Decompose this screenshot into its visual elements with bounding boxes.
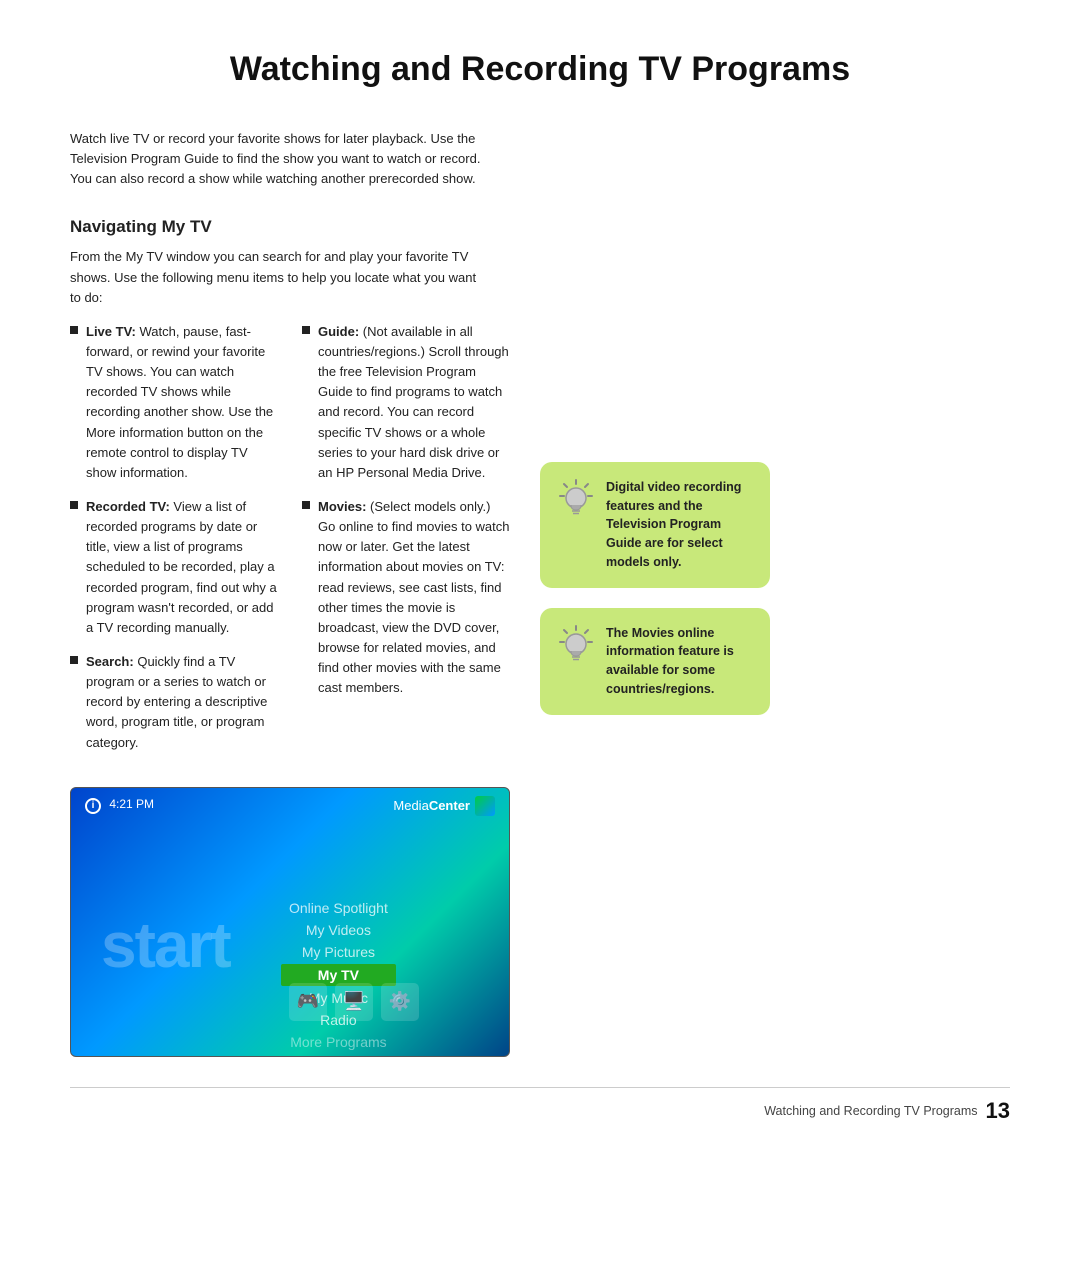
callout-box-1: Digital video recording features and the… xyxy=(540,462,770,588)
item-body: View a list of recorded programs by date… xyxy=(86,499,277,635)
page-title: Watching and Recording TV Programs xyxy=(70,50,1010,89)
list-item: Live TV: Watch, pause, fast-forward, or … xyxy=(70,322,278,483)
mc-remote-icon: 🎮 xyxy=(289,983,327,1021)
mc-menu-item-online-spotlight[interactable]: Online Spotlight xyxy=(281,898,396,918)
mc-topbar: i 4:21 PM MediaCenter xyxy=(71,788,509,824)
item-text: Live TV: Watch, pause, fast-forward, or … xyxy=(86,322,278,483)
intro-paragraph: Watch live TV or record your favorite sh… xyxy=(70,129,490,189)
mc-logo xyxy=(475,796,495,816)
mc-menu-item-my-pictures[interactable]: My Pictures xyxy=(281,942,396,962)
mc-media-text: Media xyxy=(393,798,428,813)
mc-start-text: start xyxy=(101,908,230,982)
footer-label: Watching and Recording TV Programs xyxy=(764,1104,977,1118)
bullet-list-left: Live TV: Watch, pause, fast-forward, or … xyxy=(70,322,278,753)
mc-icons-row: 🎮 🖥️ ⚙️ xyxy=(289,983,419,1021)
item-text: Movies: (Select models only.) Go online … xyxy=(318,497,510,698)
mc-time: 4:21 PM xyxy=(109,797,154,811)
bullets-area: Live TV: Watch, pause, fast-forward, or … xyxy=(70,322,510,767)
footer: Watching and Recording TV Programs 13 xyxy=(70,1087,1010,1124)
item-body: (Not available in all countries/regions.… xyxy=(318,324,509,480)
mc-screen-icon: 🖥️ xyxy=(335,983,373,1021)
list-item: Movies: (Select models only.) Go online … xyxy=(302,497,510,698)
list-item: Search: Quickly find a TV program or a s… xyxy=(70,652,278,753)
lightbulb-icon-1 xyxy=(558,478,594,522)
mc-time-area: i 4:21 PM xyxy=(85,797,154,814)
mc-menu-item-more-programs[interactable]: More Programs xyxy=(281,1032,396,1052)
right-bullets: Guide: (Not available in all countries/r… xyxy=(302,322,510,767)
item-body: (Select models only.) Go online to find … xyxy=(318,499,510,695)
bullet-icon xyxy=(302,501,310,509)
callout-text-1: Digital video recording features and the… xyxy=(606,478,752,572)
item-label: Guide: xyxy=(318,324,359,339)
lightbulb-icon-2 xyxy=(558,624,594,668)
item-text: Search: Quickly find a TV program or a s… xyxy=(86,652,278,753)
list-item: Guide: (Not available in all countries/r… xyxy=(302,322,510,483)
left-bullets: Live TV: Watch, pause, fast-forward, or … xyxy=(70,322,278,767)
item-body: Watch, pause, fast-forward, or rewind yo… xyxy=(86,324,273,480)
bullet-icon xyxy=(302,326,310,334)
bullet-list-right: Guide: (Not available in all countries/r… xyxy=(302,322,510,699)
mc-menu-item-my-videos[interactable]: My Videos xyxy=(281,920,396,940)
mc-center-text: Center xyxy=(429,798,470,813)
bullet-icon xyxy=(70,501,78,509)
item-text: Recorded TV: View a list of recorded pro… xyxy=(86,497,278,638)
page-number: 13 xyxy=(986,1098,1010,1124)
item-text: Guide: (Not available in all countries/r… xyxy=(318,322,510,483)
callout-box-2: The Movies online information feature is… xyxy=(540,608,770,715)
main-content: Live TV: Watch, pause, fast-forward, or … xyxy=(70,322,1010,1057)
mc-brand-text: MediaCenter xyxy=(393,798,470,813)
item-label: Movies: xyxy=(318,499,366,514)
bullet-icon xyxy=(70,656,78,664)
item-label: Live TV: xyxy=(86,324,136,339)
list-item: Recorded TV: View a list of recorded pro… xyxy=(70,497,278,638)
bullet-icon xyxy=(70,326,78,334)
left-column: Live TV: Watch, pause, fast-forward, or … xyxy=(70,322,510,1057)
callout-text-2: The Movies online information feature is… xyxy=(606,624,752,699)
right-column: Digital video recording features and the… xyxy=(540,322,770,735)
mc-settings-icon: ⚙️ xyxy=(381,983,419,1021)
info-icon: i xyxy=(85,798,101,814)
section-intro: From the My TV window you can search for… xyxy=(70,247,490,307)
mc-screenshot: i 4:21 PM MediaCenter start Online Spotl… xyxy=(70,787,510,1057)
mc-brand: MediaCenter xyxy=(393,796,495,816)
item-label: Recorded TV: xyxy=(86,499,170,514)
mc-menu: Online Spotlight My Videos My Pictures M… xyxy=(281,898,396,1052)
item-label: Search: xyxy=(86,654,134,669)
section-heading: Navigating My TV xyxy=(70,217,1010,237)
